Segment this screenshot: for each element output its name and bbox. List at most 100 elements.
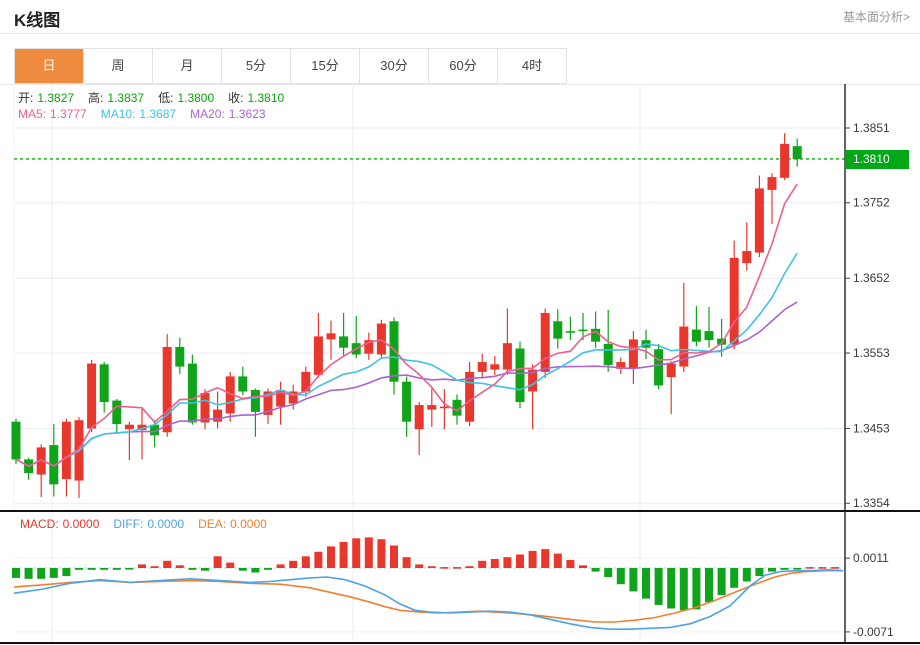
- legend-value: 1.3827: [37, 91, 75, 105]
- candle-body: [792, 146, 802, 159]
- macd-hist-bar: [201, 568, 209, 571]
- legend-label: 开:: [18, 91, 34, 105]
- macd-hist-bar: [352, 538, 361, 568]
- legend-value: 0.0000: [230, 517, 267, 531]
- ma-legend: MA5: 1.3777 MA10: 1.3687 MA20: 1.3623: [18, 107, 280, 121]
- macd-hist-bar: [37, 568, 46, 579]
- legend-value: 0.0000: [62, 517, 100, 531]
- candle-body: [578, 329, 588, 332]
- candle-body: [187, 363, 197, 423]
- candle-body: [490, 364, 500, 370]
- candle-body: [553, 321, 563, 339]
- macd-hist-bar: [12, 568, 20, 578]
- macd-hist-bar: [264, 568, 272, 570]
- macd-hist-bar: [566, 559, 575, 568]
- candle-body: [754, 188, 764, 253]
- price-axis-label: 1.3752: [853, 196, 890, 210]
- macd-hist-bar: [75, 568, 83, 570]
- macd-hist-bar: [478, 560, 487, 568]
- macd-hist-bar: [125, 568, 134, 570]
- macd-hist-bar: [301, 556, 310, 568]
- candle-body: [339, 336, 349, 348]
- macd-hist-bar: [415, 564, 424, 568]
- macd-hist-bar: [62, 568, 71, 577]
- candle-body: [124, 424, 134, 430]
- macd-hist-bar: [616, 568, 625, 585]
- candle-body: [603, 343, 613, 366]
- legend-label: MACD:: [20, 517, 59, 531]
- macd-hist-bar: [138, 564, 146, 568]
- ohlc-readout: 开: 1.3827 高: 1.3837 低: 1.3800 收: 1.3810: [18, 89, 298, 106]
- macd-hist-bar: [831, 567, 839, 569]
- macd-hist-bar: [100, 568, 109, 570]
- macd-hist-bar: [87, 568, 96, 570]
- candle-body: [767, 177, 777, 190]
- candle-body: [238, 376, 248, 392]
- candle-body: [414, 405, 424, 430]
- macd-hist-bar: [805, 567, 814, 569]
- legend-label: DIFF:: [113, 517, 144, 531]
- candle-body: [99, 364, 109, 403]
- candle-body: [439, 406, 449, 409]
- legend-value: 1.3777: [50, 107, 87, 121]
- legend-label: MA20:: [190, 107, 225, 121]
- candle-body: [162, 346, 172, 433]
- candle-body: [742, 251, 752, 264]
- macd-hist-bar: [692, 568, 701, 610]
- candle-body: [376, 323, 386, 355]
- candle-body: [540, 312, 550, 372]
- candle-body: [565, 331, 575, 333]
- candle-body: [250, 389, 260, 412]
- macd-hist-bar: [780, 568, 789, 570]
- candle-body: [704, 331, 714, 341]
- price-axis-label: 1.3652: [853, 271, 890, 285]
- price-axis-label: 1.3851: [853, 121, 890, 135]
- candle-body: [11, 421, 21, 460]
- candle-body: [313, 336, 323, 375]
- macd-hist-bar: [440, 567, 449, 569]
- macd-hist-bar: [654, 568, 663, 605]
- legend-value: 1.3800: [177, 91, 215, 105]
- macd-hist-bar: [289, 560, 298, 568]
- macd-hist-bar: [150, 566, 159, 568]
- macd-hist-bar: [163, 560, 172, 568]
- macd-hist-bar: [705, 568, 713, 603]
- candle-body: [200, 393, 210, 423]
- legend-label: 低:: [158, 91, 174, 105]
- macd-hist-bar: [402, 557, 411, 568]
- candle-body: [112, 400, 122, 424]
- candle-body: [666, 363, 676, 378]
- macd-hist-bar: [377, 539, 386, 568]
- macd-legend: MACD: 0.0000 DIFF: 0.0000 DEA: 0.0000: [20, 517, 281, 531]
- macd-hist-bar: [490, 559, 499, 568]
- candle-body: [780, 143, 790, 178]
- legend-value: 1.3687: [139, 107, 177, 121]
- legend-label: 收:: [228, 91, 244, 105]
- legend-value: 1.3810: [247, 91, 285, 105]
- macd-hist-bar: [339, 541, 348, 568]
- macd-hist-bar: [390, 545, 398, 568]
- macd-hist-bar: [213, 556, 222, 568]
- macd-hist-bar: [453, 567, 461, 569]
- macd-hist-bar: [553, 553, 562, 568]
- legend-label: 高:: [88, 91, 104, 105]
- macd-hist-bar: [327, 546, 335, 568]
- candle-body: [389, 321, 399, 382]
- macd-hist-bar: [465, 566, 474, 568]
- macd-hist-bar: [629, 568, 638, 592]
- price-axis-label: 1.3354: [853, 496, 890, 510]
- macd-axis-label: -0.0071: [853, 625, 894, 639]
- macd-hist-bar: [541, 549, 550, 568]
- macd-hist-bar: [226, 562, 235, 568]
- macd-hist-bar: [579, 565, 587, 568]
- candle-body: [654, 349, 664, 386]
- macd-axis-label: 0.0011: [853, 551, 889, 565]
- macd-hist-bar: [364, 537, 373, 568]
- macd-hist-bar: [503, 557, 512, 568]
- candle-body: [427, 405, 437, 410]
- macd-hist-bar: [679, 568, 688, 611]
- macd-hist-bar: [528, 550, 537, 568]
- legend-value: 1.3837: [107, 91, 145, 105]
- candle-body: [515, 348, 525, 403]
- legend-label: MA5:: [18, 107, 47, 121]
